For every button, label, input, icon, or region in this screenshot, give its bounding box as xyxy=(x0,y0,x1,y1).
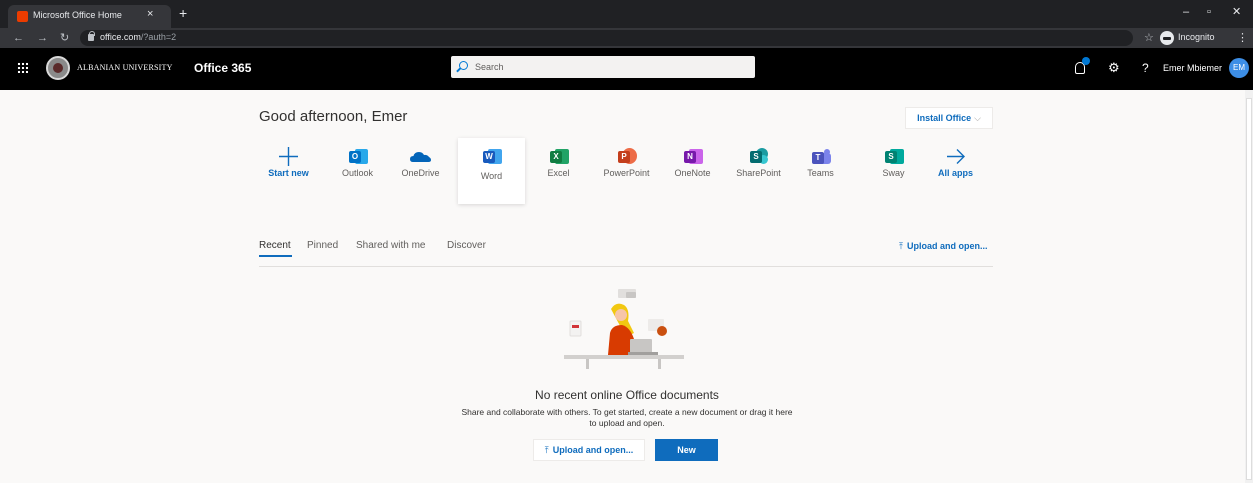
avatar[interactable]: EM xyxy=(1229,58,1249,78)
scrollbar-thumb[interactable] xyxy=(1246,98,1252,480)
settings-gear-icon[interactable]: ⚙ xyxy=(1108,61,1120,75)
teams-icon: T xyxy=(810,147,831,166)
upload-and-open-button[interactable]: ⤒ Upload and open... xyxy=(533,439,645,461)
tab-discover[interactable]: Discover xyxy=(447,240,486,251)
empty-state-title: No recent online Office documents xyxy=(535,388,719,402)
app-label: Outlook xyxy=(341,168,374,178)
forward-icon[interactable]: → xyxy=(37,30,48,46)
word-icon: W xyxy=(481,147,502,166)
bookmark-star-icon[interactable]: ☆ xyxy=(1144,30,1154,46)
empty-state-description: Share and collaborate with others. To ge… xyxy=(380,407,874,429)
app-label: Excel xyxy=(547,168,570,178)
app-teams[interactable]: T Teams xyxy=(787,138,854,204)
app-label: Teams xyxy=(807,168,834,178)
url-text: office.com/?auth=2 xyxy=(100,32,177,42)
app-label: Start new xyxy=(268,168,309,178)
app-label: OneNote xyxy=(674,168,711,178)
org-name[interactable]: ALBANIAN UNIVERSITY xyxy=(77,63,173,72)
restore-button[interactable]: ▫ xyxy=(1207,5,1211,19)
install-office-button[interactable]: Install Office ⌵ xyxy=(905,107,993,129)
incognito-icon xyxy=(1160,31,1174,45)
tab-title: Microsoft Office Home xyxy=(33,10,122,20)
onedrive-icon xyxy=(410,152,431,162)
user-name[interactable]: Emer Mbiemer xyxy=(1163,63,1222,73)
active-tab-indicator xyxy=(259,255,292,257)
upload-button-label: Upload and open... xyxy=(552,445,634,455)
app-launcher-icon[interactable] xyxy=(17,62,28,73)
browser-chrome: Microsoft Office Home × + – ▫ ✕ ← → ↻ of… xyxy=(0,0,1253,48)
university-logo[interactable] xyxy=(46,56,70,80)
empty-desc-line: to upload and open. xyxy=(589,418,665,428)
reload-icon[interactable]: ↻ xyxy=(60,30,69,46)
upload-icon: ⤒ xyxy=(544,445,549,455)
search-placeholder: Search xyxy=(475,62,504,72)
suite-name[interactable]: Office 365 xyxy=(194,61,251,75)
sharepoint-icon: S xyxy=(748,147,769,166)
app-label: OneDrive xyxy=(401,168,440,178)
new-document-button[interactable]: New xyxy=(655,439,718,461)
app-onedrive[interactable]: OneDrive xyxy=(387,138,454,204)
app-onenote[interactable]: N OneNote xyxy=(659,138,726,204)
help-icon[interactable]: ? xyxy=(1142,61,1149,75)
app-outlook[interactable]: O Outlook xyxy=(324,138,391,204)
browser-menu-icon[interactable]: ⋮ xyxy=(1237,30,1248,46)
install-office-label: Install Office xyxy=(917,113,972,123)
tab-pinned[interactable]: Pinned xyxy=(307,240,338,251)
app-start-new[interactable]: Start new xyxy=(255,138,322,204)
app-word[interactable]: W Word xyxy=(458,138,525,204)
app-label: Word xyxy=(480,171,503,181)
minimize-button[interactable]: – xyxy=(1183,5,1189,19)
app-powerpoint[interactable]: P PowerPoint xyxy=(593,138,660,204)
powerpoint-icon: P xyxy=(616,147,637,166)
office-favicon-icon xyxy=(17,11,28,22)
outlook-icon: O xyxy=(347,147,368,166)
excel-icon: X xyxy=(548,147,569,166)
sway-icon: S xyxy=(883,147,904,166)
plus-icon xyxy=(279,147,298,166)
browser-toolbar: ← → ↻ office.com/?auth=2 ☆ Incognito ⋮ xyxy=(0,28,1253,48)
app-sway[interactable]: S Sway xyxy=(860,138,927,204)
notification-badge xyxy=(1082,57,1090,65)
search-input[interactable]: Search xyxy=(451,56,755,78)
suite-header: ALBANIAN UNIVERSITY Office 365 Search ⚙ … xyxy=(0,48,1253,90)
tab-recent[interactable]: Recent xyxy=(259,240,291,251)
app-sharepoint[interactable]: S SharePoint xyxy=(725,138,792,204)
upload-label: Upload and open... xyxy=(906,241,988,251)
tab-close-icon[interactable]: × xyxy=(147,8,153,20)
arrow-right-icon xyxy=(947,149,965,164)
empty-desc-line: Share and collaborate with others. To ge… xyxy=(461,407,793,417)
new-tab-button[interactable]: + xyxy=(179,5,187,21)
tab-divider xyxy=(259,266,993,267)
empty-state-illustration xyxy=(564,289,684,369)
app-label: All apps xyxy=(937,168,973,178)
browser-tab[interactable]: Microsoft Office Home × xyxy=(8,5,171,28)
tab-strip: Microsoft Office Home × + xyxy=(8,0,1253,28)
app-excel[interactable]: X Excel xyxy=(525,138,592,204)
app-label: SharePoint xyxy=(736,168,781,178)
onenote-icon: N xyxy=(682,147,703,166)
chevron-down-icon: ⌵ xyxy=(974,113,981,123)
page-title: Good afternoon, Emer xyxy=(259,108,408,125)
page-scrollbar[interactable] xyxy=(1245,90,1253,483)
search-icon xyxy=(459,61,468,70)
app-all-apps[interactable]: All apps xyxy=(922,138,989,204)
incognito-label: Incognito xyxy=(1178,32,1215,42)
app-label: Sway xyxy=(882,168,905,178)
lock-icon xyxy=(88,31,95,41)
back-icon[interactable]: ← xyxy=(13,30,24,46)
close-window-button[interactable]: ✕ xyxy=(1232,5,1241,19)
address-bar[interactable]: office.com/?auth=2 xyxy=(80,30,1133,46)
app-label: PowerPoint xyxy=(603,168,650,178)
upload-and-open-link[interactable]: ⤒ Upload and open... xyxy=(899,241,987,252)
upload-icon: ⤒ xyxy=(899,241,903,251)
tab-shared-with-me[interactable]: Shared with me xyxy=(356,240,425,251)
